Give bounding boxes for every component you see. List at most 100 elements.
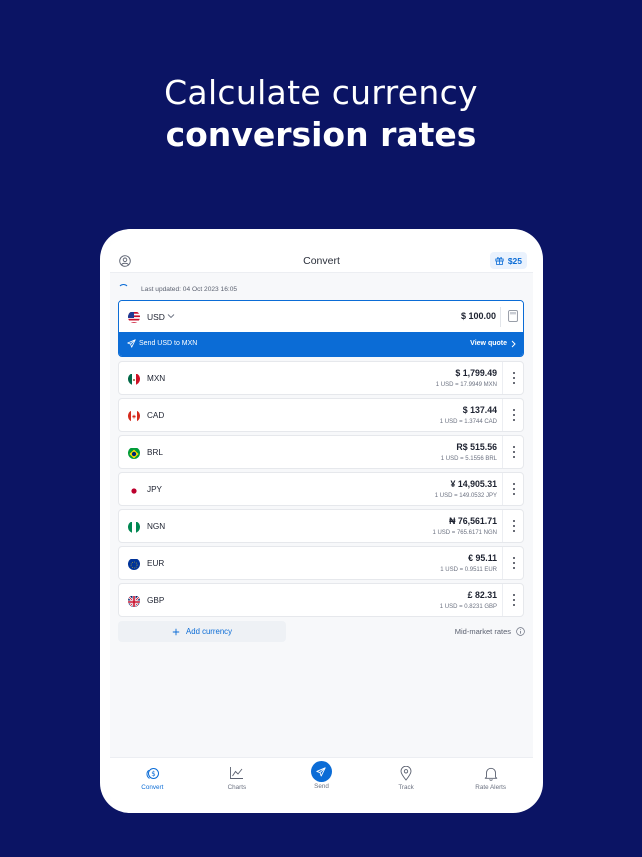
currency-code: EUR [147,559,165,568]
tab-label: Track [398,784,414,791]
row-divider [502,473,503,505]
add-currency-button[interactable]: Add currency [118,621,286,642]
top-bar: Convert $25 [110,239,533,273]
currency-row-jpy[interactable]: JPY ¥ 14,905.31 1 USD = 149.0532 JPY [118,472,524,506]
converted-value: R$ 515.56 [456,442,497,452]
currency-row-ngn[interactable]: NGN ₦ 76,561.71 1 USD = 765.6171 NGN [118,509,524,543]
exchange-rate: 1 USD = 0.9511 EUR [440,567,497,573]
tab-label: Rate Alerts [475,784,507,791]
location-pin-icon [400,765,412,781]
nigeria-flag-icon [128,521,140,533]
headline-line-1: Calculate currency [164,73,478,112]
more-options-icon[interactable] [512,520,516,533]
more-options-icon[interactable] [512,372,516,385]
paper-plane-icon [316,766,327,776]
exchange-rate: 1 USD = 1.3744 CAD [439,419,497,425]
field-divider [500,307,501,327]
more-options-icon[interactable] [512,594,516,607]
send-banner-text: Send USD to MXN [139,340,198,347]
currency-code: CAD [147,411,165,420]
convert-coins-icon: $ [146,767,159,779]
view-quote-link[interactable]: View quote [470,340,507,347]
tab-label: Charts [227,784,247,791]
headline-line-2: conversion rates [165,115,477,154]
gift-icon [495,257,504,265]
us-flag-icon [128,311,140,323]
more-options-icon[interactable] [512,557,516,570]
send-button[interactable] [310,761,332,782]
calculator-icon[interactable] [508,310,518,322]
promo-headline: Calculate currency conversion rates [0,72,642,156]
paper-plane-icon [127,339,136,348]
base-currency-code[interactable]: USD [147,312,165,322]
reward-amount: $25 [507,255,522,266]
info-icon[interactable] [516,627,525,636]
currency-code: MXN [147,374,166,383]
tablet-frame: Convert $25 Last updated: 04 Oct 2023 16… [100,229,543,813]
row-divider [502,362,503,394]
converted-value: £ 82.31 [467,590,497,600]
app-screen: Convert $25 Last updated: 04 Oct 2023 16… [110,239,533,803]
last-updated-text: Last updated: 04 Oct 2023 16:05 [141,285,238,293]
row-divider [502,399,503,431]
exchange-rate: 1 USD = 149.0532 JPY [434,493,497,499]
base-amount[interactable]: $ 100.00 [461,311,496,321]
currency-row-gbp[interactable]: GBP £ 82.31 1 USD = 0.8231 GBP [118,583,524,617]
mid-market-label: Mid-market rates [454,627,511,636]
exchange-rate: 1 USD = 765.6171 NGN [432,530,497,536]
exchange-rate: 1 USD = 17.9949 MXN [435,382,497,388]
update-status: Last updated: 04 Oct 2023 16:05 [118,280,237,298]
converted-value: ¥ 14,905.31 [450,479,497,489]
currency-list: MXN $ 1,799.49 1 USD = 17.9949 MXN CAD $… [118,361,524,620]
base-currency-card: USD $ 100.00 Send USD to MXN View quote [118,300,524,357]
currency-row-cad[interactable]: CAD $ 137.44 1 USD = 1.3744 CAD [118,398,524,432]
converted-value: $ 137.44 [462,405,497,415]
row-divider [502,436,503,468]
eu-flag-icon [128,558,140,570]
currency-row-brl[interactable]: BRL R$ 515.56 1 USD = 5.1556 BRL [118,435,524,469]
currency-code: NGN [147,522,166,531]
more-options-icon[interactable] [512,409,516,422]
tab-rate-alerts[interactable]: Rate Alerts [448,758,533,803]
converted-value: ₦ 76,561.71 [449,516,497,526]
exchange-rate: 1 USD = 5.1556 BRL [440,456,497,462]
page-title: Convert [303,255,340,267]
currency-row-mxn[interactable]: MXN $ 1,799.49 1 USD = 17.9949 MXN [118,361,524,395]
chevron-right-icon [511,340,516,348]
send-money-banner[interactable]: Send USD to MXN View quote [119,332,523,356]
bottom-tab-bar: $ Convert Charts Send Track Rate Alerts [110,757,533,803]
chevron-down-icon[interactable] [167,313,175,319]
brazil-flag-icon [128,447,140,459]
converted-value: $ 1,799.49 [455,368,497,378]
base-amount-field[interactable]: USD $ 100.00 [119,301,523,332]
reward-button[interactable]: $25 [489,252,527,269]
mexico-flag-icon [128,373,140,385]
mid-market-rates-info[interactable]: Mid-market rates [455,627,525,636]
converted-value: € 95.11 [468,553,497,563]
more-options-icon[interactable] [512,446,516,459]
plus-icon [172,628,180,635]
refresh-spinner-icon [118,283,129,295]
tab-track[interactable]: Track [364,758,449,803]
row-divider [502,547,503,579]
bell-icon [484,767,497,781]
add-currency-label: Add currency [186,627,232,636]
currency-code: GBP [147,596,165,605]
row-divider [502,584,503,616]
row-divider [502,510,503,542]
line-chart-icon [230,767,244,779]
tab-label: Send [314,783,329,790]
japan-flag-icon [128,484,140,496]
tab-charts[interactable]: Charts [195,758,280,803]
svg-text:$: $ [151,770,155,778]
currency-code: BRL [147,448,163,457]
uk-flag-icon [128,595,140,607]
tab-convert[interactable]: $ Convert [110,758,195,803]
tab-send[interactable]: Send [279,758,364,803]
exchange-rate: 1 USD = 0.8231 GBP [439,604,497,610]
tab-label: Convert [141,784,164,791]
canada-flag-icon [128,410,140,422]
currency-row-eur[interactable]: EUR € 95.11 1 USD = 0.9511 EUR [118,546,524,580]
currency-code: JPY [147,485,163,494]
more-options-icon[interactable] [512,483,516,496]
